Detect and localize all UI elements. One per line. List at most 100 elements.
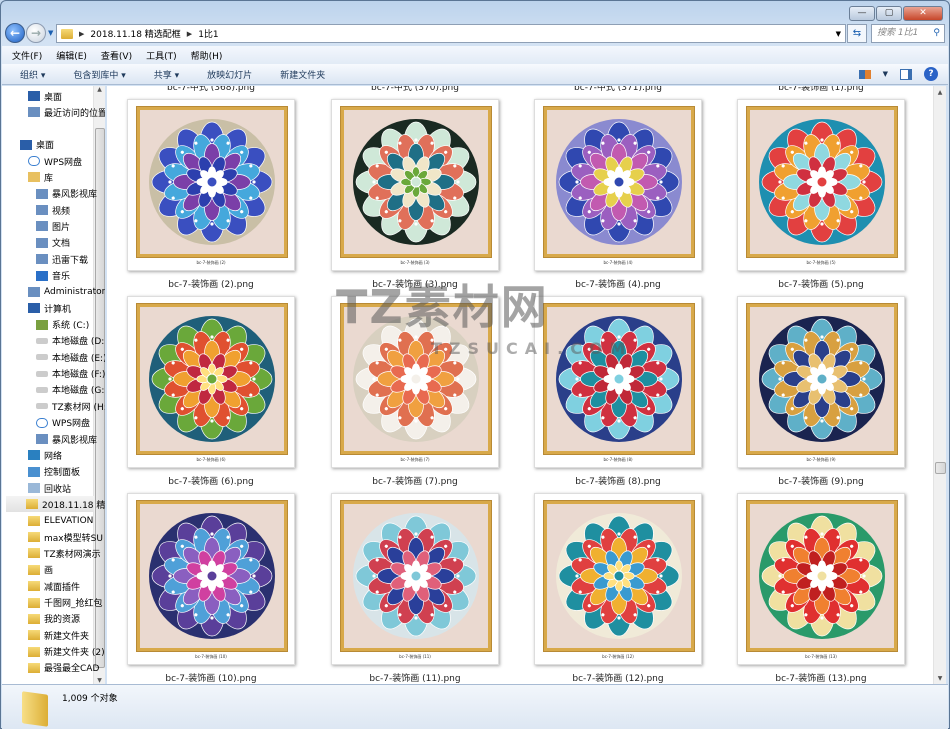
nav-item[interactable]: ELEVATION [28,513,93,529]
file-thumbnail[interactable]: bc-7-装饰画 (8) [534,296,702,468]
file-label[interactable]: bc-7-中式 (368).png [111,86,311,93]
nav-item[interactable]: 本地磁盘 (E:) [36,349,105,365]
file-label[interactable]: bc-7-中式 (370).png [315,86,515,93]
breadcrumb-item[interactable]: 1比1 [198,27,218,40]
file-thumbnail[interactable]: bc-7-装饰画 (5) [737,99,905,271]
nav-item[interactable]: 控制面板 [28,464,80,480]
nav-item[interactable]: 本地磁盘 (D:) [36,333,105,349]
file-thumbnail[interactable]: bc-7-装饰画 (7) [331,296,499,468]
nav-item[interactable]: 最近访问的位置 [28,104,105,120]
nav-item[interactable]: 库 [28,169,53,185]
nav-item[interactable]: 文档 [36,235,70,251]
address-dropdown-icon[interactable]: ▼ [836,30,841,38]
file-thumbnail[interactable]: bc-7-装饰画 (3) [331,99,499,271]
recent-pages-dropdown-icon[interactable]: ▼ [48,29,53,37]
nav-item[interactable]: WPS网盘 [36,415,90,431]
nav-item[interactable]: max模型转SU [28,529,103,545]
scroll-down-arrow[interactable]: ▼ [94,677,105,684]
file-label[interactable]: bc-7-装饰画 (4).png [518,277,718,290]
nav-item[interactable]: 画 [28,562,53,578]
breadcrumb-item[interactable]: 2018.11.18 精选配框 [90,27,180,40]
nav-item[interactable]: 暴风影视库 [36,186,97,202]
scroll-up-arrow[interactable]: ▲ [934,89,946,96]
file-label[interactable]: bc-7-装饰画 (12).png [518,671,718,684]
refresh-button[interactable]: ⇆ [847,24,867,43]
close-button[interactable]: ✕ [903,6,943,21]
nav-item[interactable]: 本地磁盘 (G:) [36,382,105,398]
nav-item[interactable]: 音乐 [36,268,70,284]
file-thumbnail[interactable]: bc-7-装饰画 (12) [534,493,702,665]
view-options-icon[interactable] [858,69,871,79]
nav-item[interactable]: 图片 [36,218,70,234]
file-thumbnail[interactable]: bc-7-装饰画 (6) [127,296,295,468]
nav-item[interactable]: 桌面 [28,88,62,104]
nav-item[interactable]: 最强最全CAD [28,660,99,676]
file-label[interactable]: bc-7-装饰画 (7).png [315,474,515,487]
content-scrollbar-thumb[interactable] [935,462,946,474]
nav-item[interactable]: 暴风影视库 [36,431,97,447]
nav-item[interactable]: 计算机 [28,300,71,316]
file-label[interactable]: bc-7-装饰画 (1).png [721,86,921,93]
nav-item[interactable]: 回收站 [28,480,71,496]
nav-item[interactable]: 新建文件夹 (2) [28,644,105,660]
file-label[interactable]: bc-7-装饰画 (13).png [721,671,921,684]
organize-button[interactable]: 组织 ▾ [20,68,45,81]
menu-file[interactable]: 文件(F) [12,49,42,62]
breadcrumb-arrow-icon[interactable]: ▶ [187,30,192,38]
nav-item[interactable]: Administrator [28,284,105,300]
file-thumbnail[interactable]: bc-7-装饰画 (11) [331,493,499,665]
file-label[interactable]: bc-7-装饰画 (6).png [111,474,311,487]
menu-view[interactable]: 查看(V) [101,49,132,62]
view-dropdown-icon[interactable]: ▼ [883,70,888,78]
menu-help[interactable]: 帮助(H) [191,49,223,62]
scroll-up-arrow[interactable]: ▲ [94,86,105,93]
include-in-library-button[interactable]: 包含到库中 ▾ [73,68,125,81]
file-label[interactable]: bc-7-装饰画 (3).png [315,277,515,290]
nav-item[interactable]: 我的资源 [28,611,80,627]
maximize-button[interactable]: ▢ [876,6,902,21]
back-button[interactable]: ← [5,23,25,43]
new-folder-button[interactable]: 新建文件夹 [280,68,325,81]
nav-item-label: 最强最全CAD [44,664,100,675]
nav-item[interactable]: 本地磁盘 (F:) [36,366,105,382]
nav-item[interactable]: 桌面 [20,137,54,153]
nav-item[interactable]: TZ素材网 (H:) [36,398,105,414]
preview-pane-icon[interactable] [900,68,912,80]
drive-icon [36,403,48,410]
help-icon[interactable]: ? [924,67,938,81]
search-icon[interactable]: ⚲ [933,25,940,42]
file-thumbnail[interactable]: bc-7-装饰画 (4) [534,99,702,271]
file-label[interactable]: bc-7-装饰画 (11).png [315,671,515,684]
file-label[interactable]: bc-7-装饰画 (2).png [111,277,311,290]
nav-item[interactable]: 网络 [28,447,62,463]
file-label[interactable]: bc-7-中式 (371).png [518,86,718,93]
file-thumbnail[interactable]: bc-7-装饰画 (2) [127,99,295,271]
file-thumbnail[interactable]: bc-7-装饰画 (13) [737,493,905,665]
menu-tools[interactable]: 工具(T) [146,49,177,62]
nav-item[interactable]: TZ素材网演示 [28,545,101,561]
slideshow-button[interactable]: 放映幻灯片 [207,68,252,81]
nav-item[interactable]: 2018.11.18 精选配框 [6,496,105,513]
file-label[interactable]: bc-7-装饰画 (10).png [111,671,311,684]
file-thumbnail[interactable]: bc-7-装饰画 (10) [127,493,295,665]
scroll-down-arrow[interactable]: ▼ [934,675,946,682]
nav-item[interactable]: 新建文件夹 [28,627,89,643]
file-label[interactable]: bc-7-装饰画 (5).png [721,277,921,290]
breadcrumb-arrow-icon[interactable]: ▶ [79,30,84,38]
file-label[interactable]: bc-7-装饰画 (9).png [721,474,921,487]
nav-item[interactable]: 视频 [36,202,70,218]
forward-button[interactable]: → [26,23,46,43]
nav-item[interactable]: 减面插件 [28,578,80,594]
nav-item[interactable]: 迅雷下载 [36,251,88,267]
file-thumbnail[interactable]: bc-7-装饰画 (9) [737,296,905,468]
content-scrollbar[interactable]: ▲ ▼ [933,86,946,684]
search-input[interactable]: 搜索 1比1 ⚲ [871,24,945,43]
address-bar[interactable]: ▶ 2018.11.18 精选配框 ▶ 1比1 ▼ [56,24,846,43]
file-label[interactable]: bc-7-装饰画 (8).png [518,474,718,487]
nav-item[interactable]: 千图网_抢红包 [28,595,103,611]
nav-item[interactable]: WPS网盘 [28,153,82,169]
share-button[interactable]: 共享 ▾ [154,68,179,81]
menu-edit[interactable]: 编辑(E) [56,49,87,62]
minimize-button[interactable]: — [849,6,875,21]
nav-item[interactable]: 系统 (C:) [36,317,89,333]
